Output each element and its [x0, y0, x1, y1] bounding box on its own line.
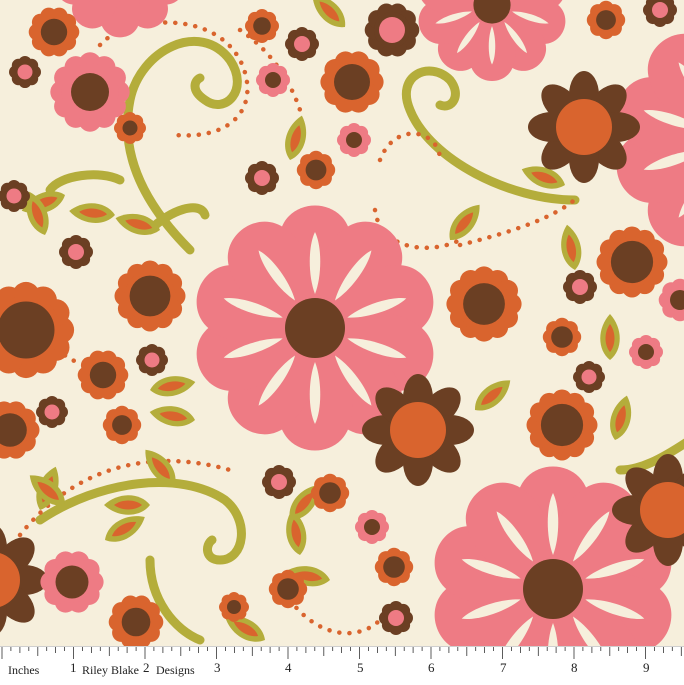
scalloped-flower [245, 161, 279, 195]
scalloped-flower [40, 551, 103, 612]
ruler-brand-right: Designs [154, 663, 197, 677]
scalloped-flower [269, 570, 307, 608]
scalloped-flower [375, 548, 413, 586]
ruler-number-1: 1 [70, 661, 77, 675]
scalloped-flower [311, 474, 349, 512]
scalloped-flower [573, 361, 605, 393]
scalloped-flower [219, 592, 249, 622]
scalloped-flower [78, 351, 129, 400]
scalloped-flower [59, 235, 93, 269]
floral-fabric-pattern [0, 0, 684, 684]
scalloped-flower [355, 510, 389, 544]
scalloped-flower [256, 63, 290, 97]
scalloped-flower [109, 596, 164, 649]
ruler-brand-left: Riley Blake [80, 663, 141, 677]
scalloped-flower [297, 151, 335, 189]
scalloped-flower [563, 270, 597, 304]
scalloped-flower [29, 8, 80, 57]
ruler-number-4: 4 [285, 661, 292, 675]
ruler-number-9: 9 [643, 661, 650, 675]
ruler-number-7: 7 [500, 661, 507, 675]
scalloped-flower [365, 4, 420, 57]
scalloped-flower [320, 51, 383, 112]
ruler-unit-label: Inches [8, 663, 39, 677]
ruler-number-3: 3 [214, 661, 221, 675]
brown-daisy-flower [362, 374, 474, 486]
ruler-number-2: 2 [143, 661, 150, 675]
scalloped-flower [629, 335, 663, 369]
scalloped-flower [543, 318, 581, 356]
ruler-number-8: 8 [571, 661, 578, 675]
brown-daisy-flower [528, 71, 640, 183]
scalloped-flower [285, 27, 319, 61]
scalloped-flower [103, 406, 141, 444]
scalloped-flower [36, 396, 68, 428]
ruler-number-6: 6 [428, 661, 435, 675]
scalloped-flower [9, 56, 41, 88]
scalloped-flower [136, 344, 168, 376]
scalloped-flower [337, 123, 371, 157]
scalloped-flower [245, 9, 279, 43]
ruler-number-5: 5 [357, 661, 364, 675]
scalloped-flower [379, 601, 413, 635]
scalloped-flower [587, 1, 625, 39]
scalloped-flower [114, 112, 146, 144]
measurement-ruler: Inches 1 Riley Blake 2 Designs 3 4 5 6 7… [0, 646, 684, 685]
scalloped-flower [262, 465, 296, 499]
